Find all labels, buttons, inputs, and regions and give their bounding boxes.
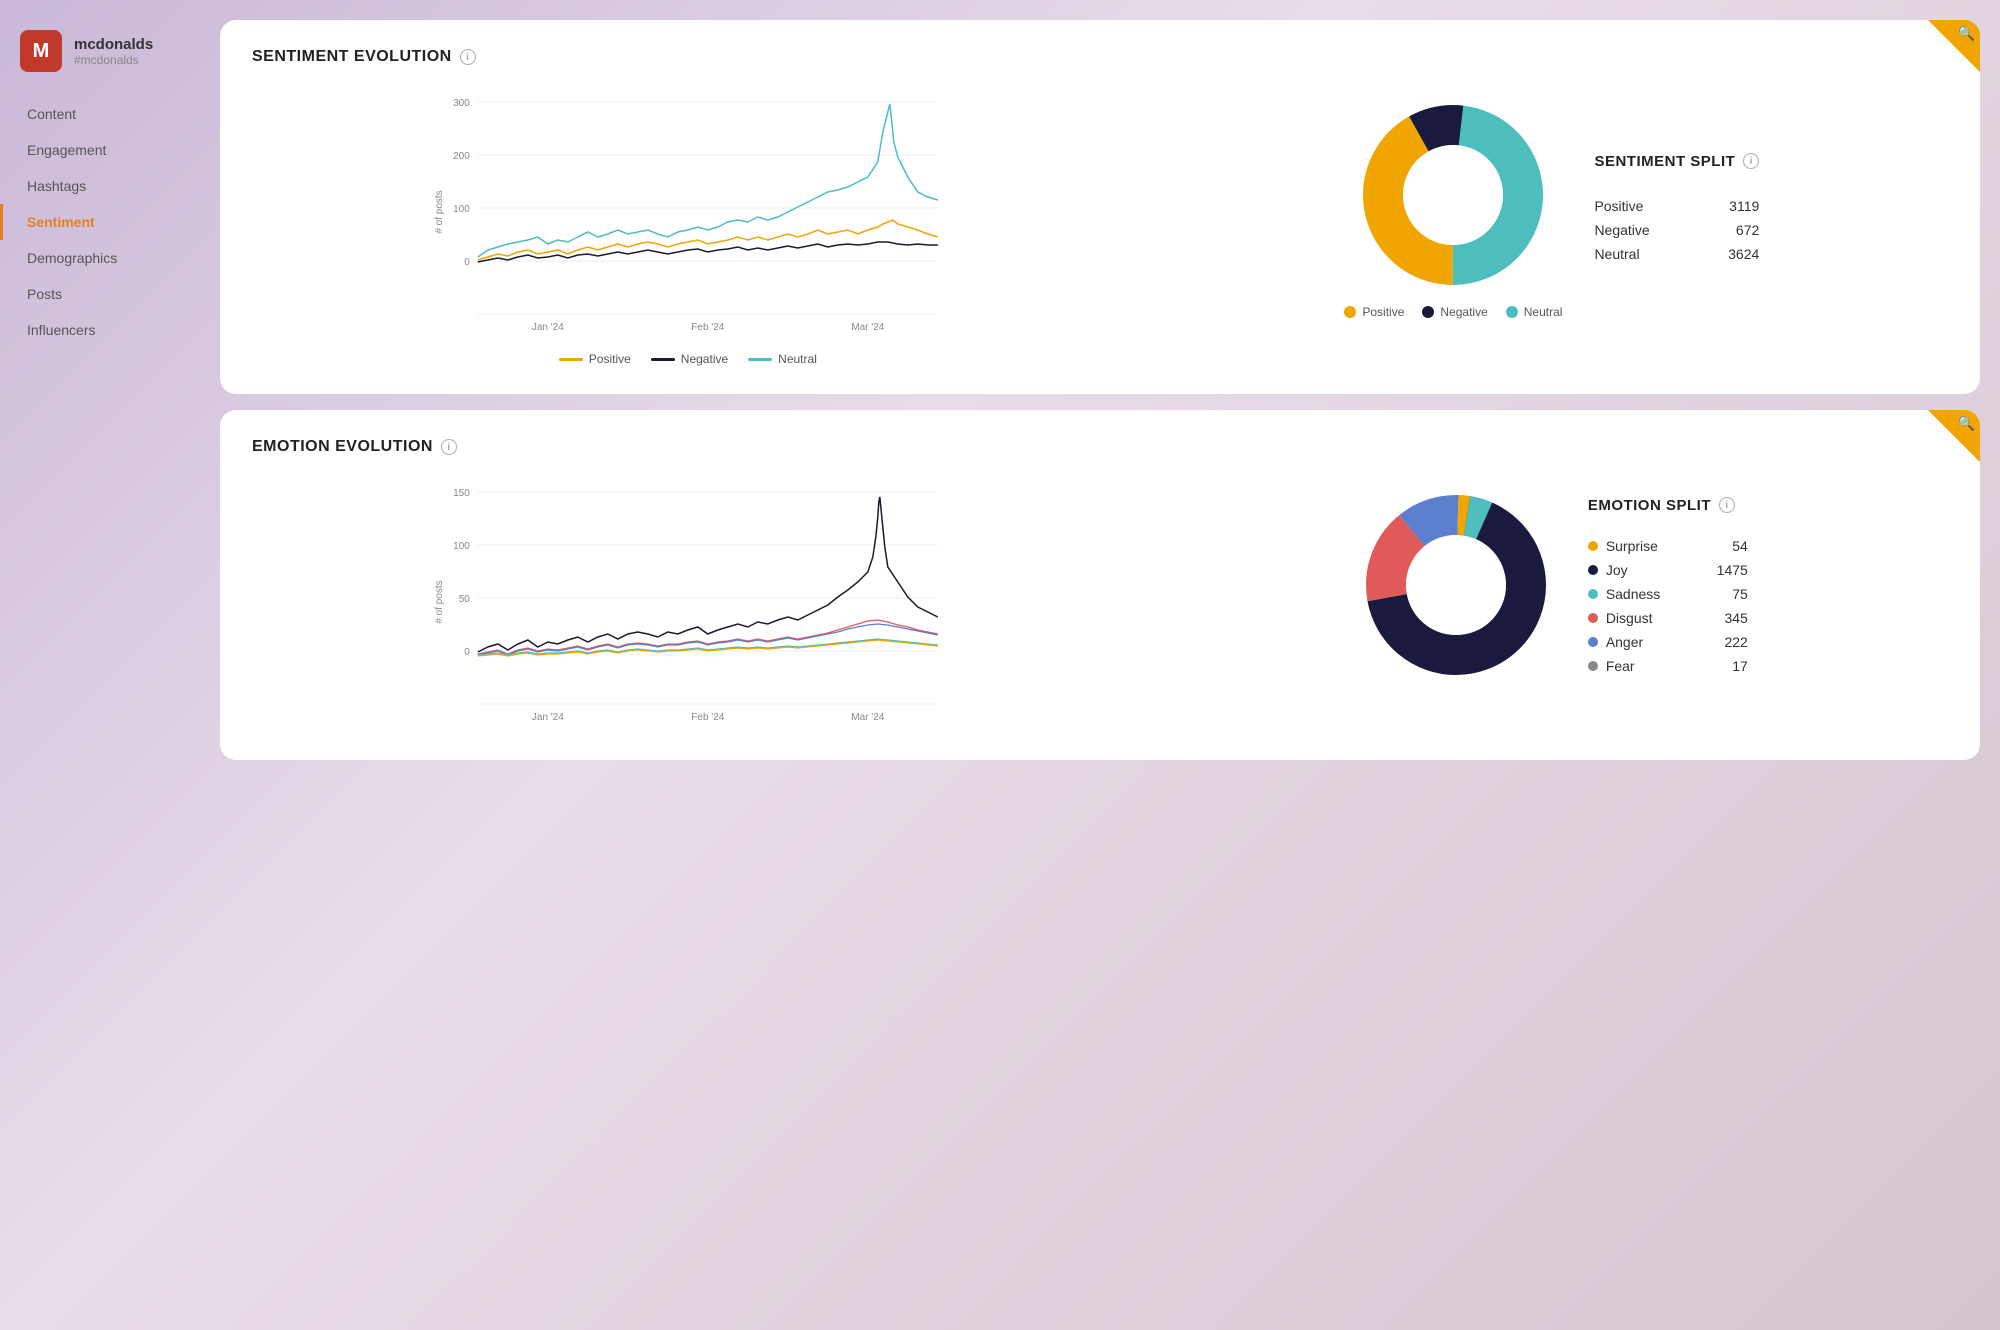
sentiment-row: 🔍 SENTIMENT EVOLUTION i — [220, 20, 1980, 394]
emotion-fear-row: Fear 17 — [1588, 658, 1748, 674]
emotion-donut-svg — [1356, 485, 1556, 685]
svg-text:0: 0 — [464, 647, 470, 658]
sentiment-evolution-legend: Positive Negative Neutral — [252, 352, 1124, 366]
sentiment-evolution-info[interactable]: i — [460, 49, 476, 65]
sentiment-positive-row: Positive 3119 — [1594, 198, 1759, 214]
sidebar-item-sentiment[interactable]: Sentiment — [0, 204, 210, 240]
sidebar-item-posts[interactable]: Posts — [0, 276, 210, 312]
search-icon-2: 🔍 — [1958, 25, 1975, 42]
emotion-anger-row: Anger 222 — [1588, 634, 1748, 650]
svg-text:Feb '24: Feb '24 — [691, 712, 724, 723]
emotion-row: 🔍 EMOTION EVOLUTION i — [220, 410, 1980, 760]
sidebar: M mcdonalds #mcdonalds Content Engagemen… — [0, 0, 210, 1330]
sidebar-item-influencers[interactable]: Influencers — [0, 312, 210, 348]
svg-text:100: 100 — [453, 204, 470, 215]
svg-text:# of posts: # of posts — [434, 190, 445, 233]
emotion-evolution-title: EMOTION EVOLUTION i — [252, 438, 1124, 456]
sentiment-donut-legend: Positive Negative Neutral — [1344, 305, 1562, 319]
sentiment-donut-col: Positive Negative Neutral — [1344, 95, 1562, 319]
donut-legend-negative: Negative — [1422, 305, 1487, 319]
brand-name: mcdonalds — [74, 36, 153, 53]
sentiment-evolution-title: SENTIMENT EVOLUTION i — [252, 48, 1124, 66]
sidebar-item-engagement[interactable]: Engagement — [0, 132, 210, 168]
sentiment-split-info[interactable]: i — [1743, 153, 1759, 169]
sentiment-evolution-panel: SENTIMENT EVOLUTION i 300 200 100 — [252, 48, 1124, 366]
svg-text:100: 100 — [453, 541, 470, 552]
emotion-evolution-chart: 150 100 50 0 # of posts Jan '24 Feb '24 … — [252, 472, 1124, 732]
sentiment-split-legend-right: SENTIMENT SPLIT i Positive 3119 Negative… — [1594, 153, 1759, 262]
sentiment-split-panel: 🔍 — [1156, 48, 1948, 366]
svg-text:200: 200 — [453, 151, 470, 162]
emotion-evolution-panel: EMOTION EVOLUTION i 150 100 50 — [252, 438, 1124, 732]
svg-text:Jan '24: Jan '24 — [532, 712, 564, 723]
brand-icon: M — [20, 30, 62, 72]
sidebar-item-content[interactable]: Content — [0, 96, 210, 132]
main-content: 🔍 SENTIMENT EVOLUTION i — [210, 0, 2000, 1330]
emotion-donut-col — [1356, 485, 1556, 685]
legend-positive: Positive — [559, 352, 631, 366]
svg-text:0: 0 — [464, 257, 470, 268]
sidebar-nav: Content Engagement Hashtags Sentiment De… — [0, 96, 210, 348]
sidebar-item-hashtags[interactable]: Hashtags — [0, 168, 210, 204]
emotion-sadness-row: Sadness 75 — [1588, 586, 1748, 602]
svg-text:Jan '24: Jan '24 — [532, 322, 564, 333]
legend-neutral: Neutral — [748, 352, 817, 366]
brand-header: M mcdonalds #mcdonalds — [0, 20, 210, 96]
emotion-joy-row: Joy 1475 — [1588, 562, 1748, 578]
emotion-split-panel: 🔍 — [1156, 438, 1948, 732]
search-icon-4: 🔍 — [1958, 415, 1975, 432]
app-container: M mcdonalds #mcdonalds Content Engagemen… — [0, 0, 2000, 1330]
sentiment-split-title: SENTIMENT SPLIT i — [1594, 153, 1759, 170]
donut-legend-neutral: Neutral — [1506, 305, 1563, 319]
svg-text:150: 150 — [453, 488, 470, 499]
brand-text: mcdonalds #mcdonalds — [74, 36, 153, 67]
brand-handle: #mcdonalds — [74, 53, 153, 67]
svg-text:Mar '24: Mar '24 — [851, 322, 884, 333]
svg-text:Mar '24: Mar '24 — [851, 712, 884, 723]
emotion-evolution-info[interactable]: i — [441, 439, 457, 455]
sentiment-evolution-chart: 300 200 100 0 # of posts Jan '24 Feb '24… — [252, 82, 1124, 342]
emotion-split-legend-right: EMOTION SPLIT i Surprise 54 Joy — [1588, 497, 1748, 674]
emotion-split-title: EMOTION SPLIT i — [1588, 497, 1748, 514]
svg-text:50: 50 — [459, 594, 471, 605]
svg-text:Feb '24: Feb '24 — [691, 322, 724, 333]
sentiment-donut-svg — [1353, 95, 1553, 295]
donut-legend-positive: Positive — [1344, 305, 1404, 319]
legend-negative: Negative — [651, 352, 728, 366]
sentiment-negative-row: Negative 672 — [1594, 222, 1759, 238]
emotion-surprise-row: Surprise 54 — [1588, 538, 1748, 554]
svg-text:# of posts: # of posts — [434, 580, 445, 623]
sentiment-neutral-row: Neutral 3624 — [1594, 246, 1759, 262]
svg-text:300: 300 — [453, 98, 470, 109]
sidebar-item-demographics[interactable]: Demographics — [0, 240, 210, 276]
emotion-split-info[interactable]: i — [1719, 497, 1735, 513]
emotion-disgust-row: Disgust 345 — [1588, 610, 1748, 626]
